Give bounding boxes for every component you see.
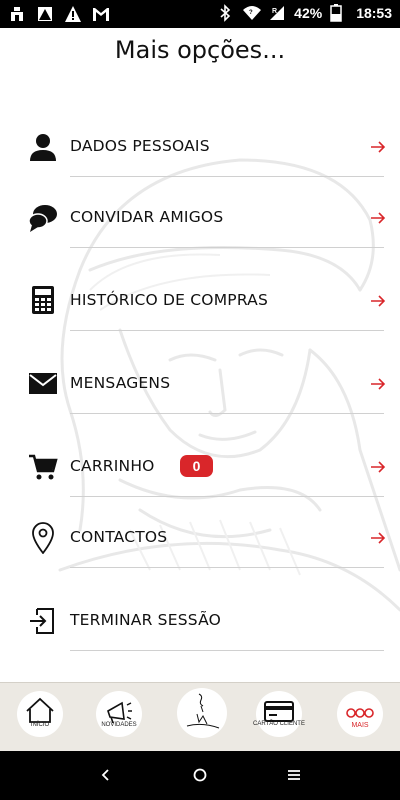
status-time: 18:53: [356, 5, 392, 21]
menu-item-convidar-amigos[interactable]: CONVIDAR AMIGOS: [0, 187, 400, 248]
arrow-right-icon: [370, 139, 386, 153]
tab-inicio[interactable]: INÍCIO: [17, 691, 63, 737]
menu-item-terminar-sessao[interactable]: TERMINAR SESSÃO: [0, 590, 400, 651]
menu-divider: [70, 247, 384, 248]
menu-divider: [70, 650, 384, 651]
menu-label: CONTACTOS: [70, 528, 168, 546]
arrow-right-icon: [370, 376, 386, 390]
tab-label: CARTÃO CLIENTE: [253, 721, 305, 727]
signal-icon: R: [268, 4, 286, 22]
menu-item-carrinho[interactable]: CARRINHO 0: [0, 436, 400, 497]
menu-item-historico-de-compras[interactable]: HISTÓRICO DE COMPRAS: [0, 270, 400, 331]
wifi-icon: ?: [242, 4, 262, 22]
arrow-right-icon: [370, 293, 386, 307]
bluetooth-icon: [216, 4, 234, 22]
menu-item-dados-pessoais[interactable]: DADOS PESSOAIS: [0, 116, 400, 177]
menu-item-contactos[interactable]: CONTACTOS: [0, 507, 400, 568]
tab-novidades[interactable]: NOVIDADES: [96, 691, 142, 737]
logout-icon: [28, 606, 58, 636]
brand-logo-icon: [186, 693, 220, 729]
svg-text:R: R: [272, 8, 277, 15]
menu-divider: [70, 567, 384, 568]
recent-apps-icon[interactable]: [284, 765, 304, 785]
tab-brand-logo[interactable]: [177, 688, 227, 738]
menu-item-mensagens[interactable]: MENSAGENS: [0, 353, 400, 414]
menu-label: CARRINHO: [70, 457, 155, 475]
menu-divider: [70, 496, 384, 497]
arrow-right-icon: [370, 530, 386, 544]
menu-divider: [70, 413, 384, 414]
battery-icon: [330, 4, 348, 22]
status-system: ? R 42% 18:53: [216, 4, 392, 22]
home-icon: [26, 697, 54, 723]
arrow-right-icon: [370, 459, 386, 473]
home-button-icon[interactable]: [190, 765, 210, 785]
alert-icon: [64, 5, 82, 23]
cart-icon: [28, 452, 58, 482]
menu-divider: [70, 176, 384, 177]
menu-label: MENSAGENS: [70, 374, 171, 392]
menu-divider: [70, 330, 384, 331]
cart-count-badge: 0: [180, 455, 213, 477]
svg-text:?: ?: [249, 10, 253, 16]
more-dots-icon: [346, 708, 374, 718]
page-title: Mais opções...: [114, 36, 286, 64]
status-bar: ? R 42% 18:53: [0, 0, 400, 28]
location-pin-icon: [28, 522, 58, 555]
tab-mais[interactable]: MAIS: [337, 691, 383, 737]
system-navigation-bar: [0, 751, 400, 800]
gmail-icon: [92, 5, 110, 23]
menu-label: DADOS PESSOAIS: [70, 137, 210, 155]
status-notifications: [8, 5, 110, 23]
home-notification-icon: [8, 5, 26, 23]
tab-label: MAIS: [351, 722, 369, 729]
menu-label: CONVIDAR AMIGOS: [70, 208, 224, 226]
person-icon: [28, 132, 58, 162]
tab-label: INÍCIO: [30, 722, 50, 728]
battery-percent: 42%: [294, 5, 323, 21]
arrow-right-icon: [370, 210, 386, 224]
tab-label: NOVIDADES: [101, 722, 137, 728]
calculator-icon: [28, 285, 58, 315]
megaphone-icon: [107, 701, 132, 724]
card-icon: [264, 701, 294, 722]
back-icon[interactable]: [96, 765, 116, 785]
bottom-tab-bar: INÍCIO NOVIDADES CARTÃO CLIENTE MAIS: [0, 682, 400, 751]
tab-cartao-cliente[interactable]: CARTÃO CLIENTE: [253, 691, 305, 737]
menu-label: TERMINAR SESSÃO: [70, 611, 221, 629]
menu-label: HISTÓRICO DE COMPRAS: [70, 291, 269, 309]
chat-bubbles-icon: [28, 203, 58, 233]
envelope-icon: [28, 369, 58, 399]
warning-triangle-icon: [36, 5, 54, 23]
